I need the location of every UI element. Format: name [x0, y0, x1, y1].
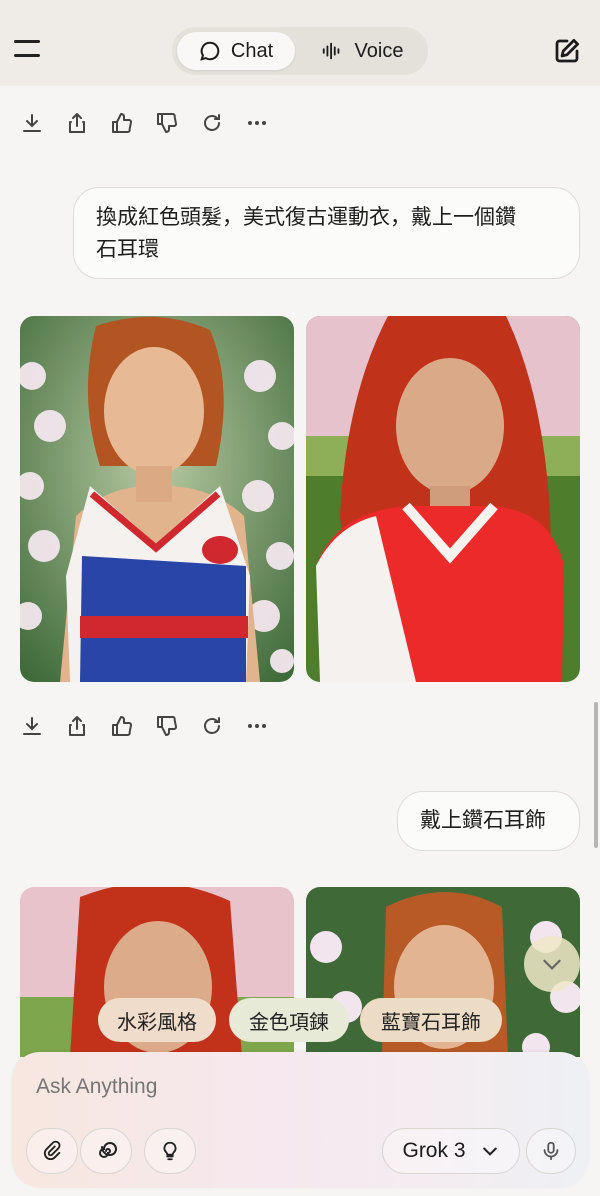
- more-icon[interactable]: [245, 109, 290, 137]
- more-icon[interactable]: [245, 712, 290, 740]
- scrollbar[interactable]: [594, 702, 598, 848]
- thumbs-up-icon[interactable]: [110, 712, 155, 740]
- tab-chat[interactable]: Chat: [177, 32, 295, 70]
- suggestion-chip[interactable]: 藍寶石耳飾: [360, 998, 502, 1042]
- tab-chat-label: Chat: [230, 39, 274, 62]
- waveform-icon: [322, 42, 339, 60]
- tab-voice-label: Voice: [354, 39, 404, 62]
- message-text: 戴上鑽石耳飾: [420, 809, 546, 832]
- message-input[interactable]: [36, 1072, 436, 1102]
- new-chat-icon[interactable]: [552, 36, 582, 66]
- chevron-down-icon: [543, 959, 561, 970]
- scroll-down-button[interactable]: [524, 936, 580, 992]
- generated-image[interactable]: [20, 316, 294, 682]
- chat-bubble-icon: [200, 41, 220, 61]
- microphone-icon: [543, 1141, 559, 1161]
- menu-icon[interactable]: [14, 40, 42, 62]
- regenerate-icon[interactable]: [200, 712, 245, 740]
- thumbs-up-icon[interactable]: [110, 109, 155, 137]
- lightbulb-icon: [163, 1141, 177, 1161]
- voice-input-button[interactable]: [526, 1128, 576, 1174]
- regenerate-icon[interactable]: [200, 109, 245, 137]
- suggestion-chip[interactable]: 水彩風格: [98, 998, 216, 1042]
- share-icon[interactable]: [65, 712, 110, 740]
- user-message: 換成紅色頭髮，美式復古運動衣，戴上一個鑽 石耳環: [73, 187, 580, 279]
- spiral-icon: [99, 1142, 117, 1158]
- suggestion-chip[interactable]: 金色項鍊: [229, 998, 349, 1042]
- user-message: 戴上鑽石耳飾: [397, 791, 580, 851]
- generated-image[interactable]: [306, 316, 580, 682]
- message-text: 換成紅色頭髮，美式復古運動衣，戴上一個鑽: [96, 206, 516, 229]
- message-actions: [20, 712, 290, 740]
- message-actions: [20, 109, 290, 137]
- tab-voice[interactable]: Voice: [302, 32, 422, 70]
- think-button[interactable]: [144, 1128, 196, 1174]
- download-icon[interactable]: [20, 109, 65, 137]
- thumbs-down-icon[interactable]: [155, 712, 200, 740]
- thumbs-down-icon[interactable]: [155, 109, 200, 137]
- paperclip-icon: [43, 1140, 61, 1160]
- deepsearch-button[interactable]: [80, 1128, 132, 1174]
- share-icon[interactable]: [65, 109, 110, 137]
- message-text: 石耳環: [96, 238, 159, 261]
- download-icon[interactable]: [20, 712, 65, 740]
- model-selector[interactable]: Grok 3: [382, 1128, 520, 1174]
- attach-button[interactable]: [26, 1128, 78, 1174]
- chevron-down-icon: [482, 1147, 497, 1156]
- model-name: Grok 3: [402, 1139, 466, 1162]
